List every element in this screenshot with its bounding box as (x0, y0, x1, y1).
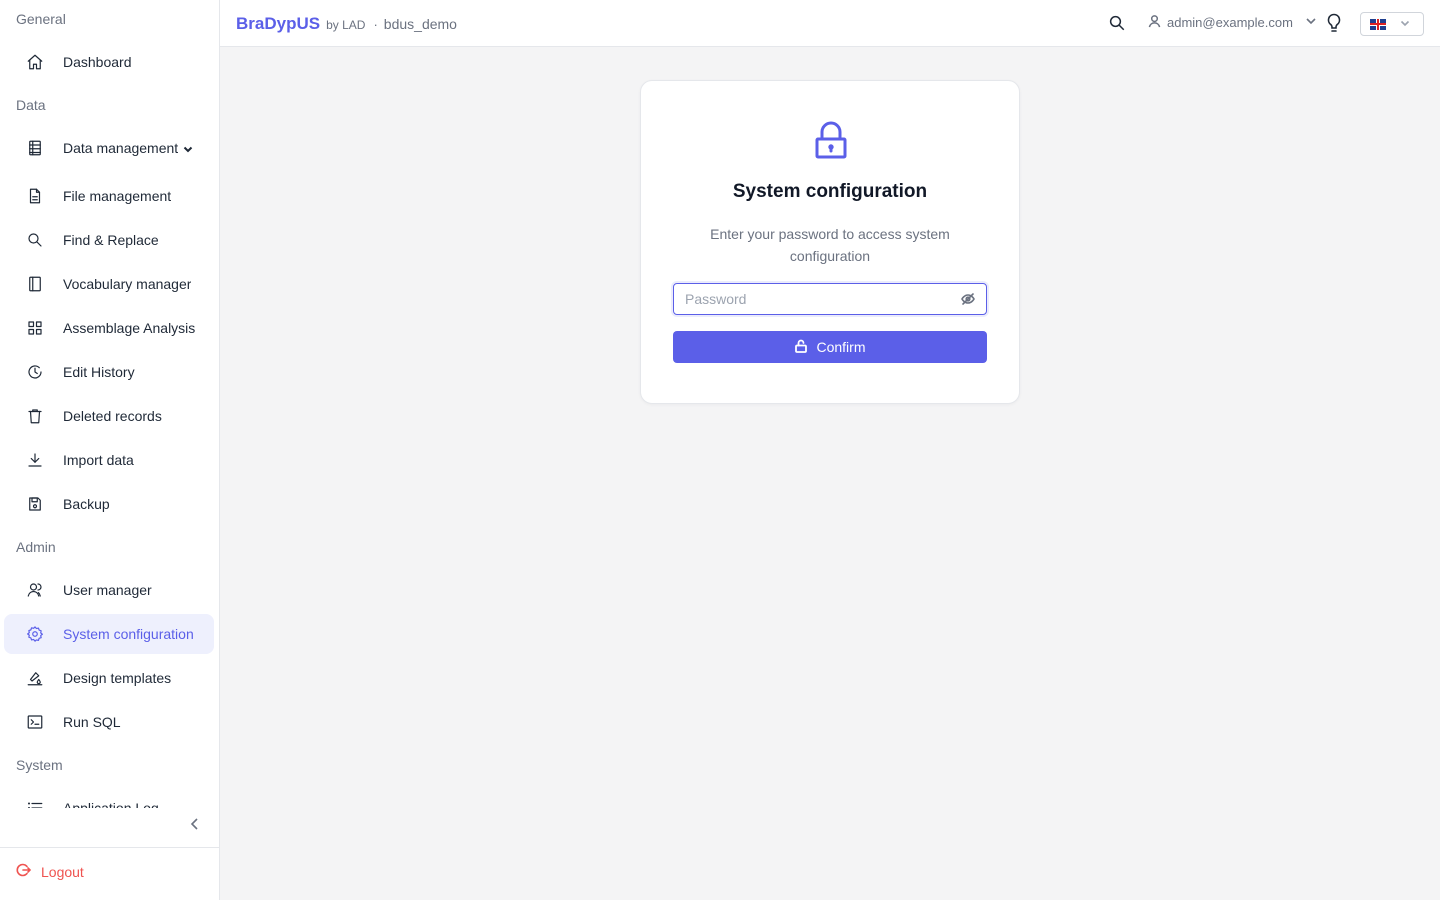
brand-separator: · (373, 17, 378, 32)
sidebar-item-label: Application Log (63, 800, 159, 808)
sidebar-nav[interactable]: General Dashboard Data Data management F… (0, 0, 219, 808)
sidebar-item-user-manager[interactable]: User manager (4, 570, 214, 610)
sidebar-item-vocabulary-manager[interactable]: Vocabulary manager (4, 264, 214, 304)
brand-name: BraDypUS (236, 14, 321, 33)
sidebar-item-label: Backup (63, 496, 110, 512)
uk-flag-icon (1370, 18, 1386, 30)
brand[interactable]: BraDypUS by LAD · bdus_demo (236, 14, 457, 34)
confirm-label: Confirm (816, 339, 866, 355)
sidebar-item-label: Vocabulary manager (63, 276, 192, 292)
sidebar-item-assemblage-analysis[interactable]: Assemblage Analysis (4, 308, 214, 348)
global-search-button[interactable] (1108, 14, 1128, 34)
card-title: System configuration (732, 181, 928, 202)
sidebar-item-label: Dashboard (63, 54, 132, 70)
sidebar-item-application-log[interactable]: Application Log (4, 788, 214, 808)
terminal-icon (26, 713, 44, 731)
sidebar-item-label: File management (63, 188, 172, 204)
section-label-data: Data (16, 97, 46, 113)
chevron-down-icon (1400, 15, 1410, 33)
sidebar-item-label: Data management (63, 140, 179, 156)
chevron-down-icon (1305, 15, 1317, 30)
search-icon (1108, 15, 1126, 36)
theme-toggle-button[interactable] (1325, 13, 1345, 33)
bookmark-icon (26, 275, 44, 293)
unlock-icon (794, 339, 808, 356)
sidebar-item-label: Edit History (63, 364, 135, 380)
password-input[interactable] (674, 284, 954, 314)
users-icon (26, 581, 44, 599)
sidebar-item-label: System configuration (63, 626, 194, 642)
file-icon (26, 187, 44, 205)
trash-icon (26, 407, 44, 425)
sidebar-item-file-management[interactable]: File management (4, 176, 214, 216)
sidebar-item-label: User manager (63, 582, 152, 598)
list-icon (26, 799, 44, 808)
lock-icon (811, 121, 851, 161)
sidebar-item-label: Import data (63, 452, 134, 468)
user-email: admin@example.com (1167, 15, 1293, 30)
database-name: bdus_demo (383, 16, 457, 32)
brand-byline: by LAD (326, 18, 366, 32)
sidebar-item-label: Design templates (63, 670, 172, 686)
chevron-down-icon (182, 142, 194, 154)
card-description: Enter your password to access system con… (710, 226, 950, 264)
download-icon (26, 451, 44, 469)
gear-icon (26, 625, 44, 643)
logout-button[interactable]: Logout (16, 862, 84, 881)
sidebar-item-label: Assemblage Analysis (63, 320, 196, 336)
chevron-left-icon (188, 818, 202, 835)
sidebar-item-dashboard[interactable]: Dashboard (4, 42, 214, 82)
confirm-button[interactable]: Confirm (673, 331, 987, 363)
user-icon (1148, 14, 1161, 31)
sidebar-item-deleted-records[interactable]: Deleted records (4, 396, 214, 436)
sidebar: General Dashboard Data Data management F… (0, 0, 220, 900)
logout-label: Logout (41, 863, 84, 880)
home-icon (26, 53, 44, 71)
logout-icon (16, 862, 32, 881)
divider (0, 847, 219, 848)
top-header: BraDypUS by LAD · bdus_demo admin@exampl… (220, 0, 1440, 47)
eye-off-icon[interactable] (961, 292, 975, 306)
sidebar-item-run-sql[interactable]: Run SQL (4, 702, 214, 742)
save-icon (26, 495, 44, 513)
lightbulb-icon (1325, 13, 1343, 37)
sidebar-item-edit-history[interactable]: Edit History (4, 352, 214, 392)
sidebar-item-data-management[interactable]: Data management (4, 128, 214, 168)
brush-icon (26, 669, 44, 687)
section-label-general: General (16, 11, 66, 27)
user-menu[interactable]: admin@example.com (1148, 14, 1317, 31)
password-card: System configuration Enter your password… (640, 80, 1020, 404)
sidebar-item-label: Deleted records (63, 408, 162, 424)
language-select[interactable] (1360, 12, 1424, 36)
sidebar-item-system-configuration[interactable]: System configuration (4, 614, 214, 654)
search-icon (26, 231, 44, 249)
password-field[interactable] (673, 283, 987, 315)
sidebar-item-label: Run SQL (63, 714, 121, 730)
clock-icon (26, 363, 44, 381)
sidebar-item-import-data[interactable]: Import data (4, 440, 214, 480)
sidebar-item-backup[interactable]: Backup (4, 484, 214, 524)
sidebar-item-design-templates[interactable]: Design templates (4, 658, 214, 698)
collapse-sidebar-button[interactable] (188, 817, 206, 835)
sidebar-item-label: Find & Replace (63, 232, 159, 248)
grid-icon (26, 319, 44, 337)
sidebar-item-find-replace[interactable]: Find & Replace (4, 220, 214, 260)
section-label-system: System (16, 757, 63, 773)
section-label-admin: Admin (16, 539, 56, 555)
database-icon (26, 139, 44, 157)
